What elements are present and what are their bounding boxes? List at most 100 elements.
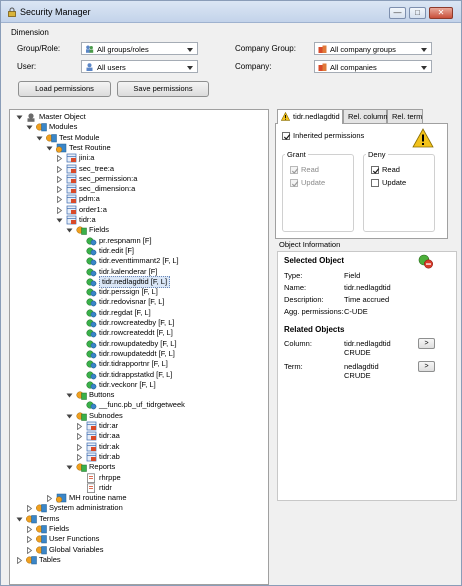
tree-node-label: tidr:ab bbox=[99, 451, 120, 461]
tree-node-label: tidr:ak bbox=[99, 441, 120, 451]
report-icon bbox=[87, 472, 95, 483]
table-icon bbox=[86, 442, 97, 451]
object-information-title: Object Information bbox=[279, 240, 341, 249]
tree-node-label: tidr.perssign [F, L] bbox=[99, 287, 158, 297]
company-select[interactable]: All companies bbox=[314, 60, 432, 73]
window-title: Security Manager bbox=[20, 7, 91, 17]
expand-icon[interactable] bbox=[26, 505, 33, 513]
warning-icon bbox=[412, 128, 434, 148]
company-group-value: All company groups bbox=[330, 45, 396, 54]
goto-column-button[interactable]: > bbox=[418, 338, 435, 349]
grant-read-checkbox[interactable] bbox=[290, 166, 299, 174]
user-label: User: bbox=[17, 62, 37, 71]
close-button[interactable]: ✕ bbox=[429, 7, 453, 19]
tab-object[interactable]: tidr.nedlagdtid bbox=[277, 109, 343, 124]
expand-icon[interactable] bbox=[76, 443, 83, 451]
save-permissions-button[interactable]: Save permissions bbox=[117, 81, 209, 97]
term-permissions: CRUDE bbox=[344, 371, 371, 380]
tree-node-label: sec_tree:a bbox=[79, 163, 115, 173]
group-role-label: Group/Role: bbox=[17, 44, 61, 53]
expand-icon[interactable] bbox=[46, 495, 53, 503]
expand-icon[interactable] bbox=[16, 556, 23, 564]
maximize-button[interactable]: □ bbox=[409, 7, 426, 19]
agg-permissions-label: Agg. permissions: bbox=[284, 307, 344, 316]
collapse-icon[interactable] bbox=[66, 392, 73, 399]
description-value: Time accrued bbox=[344, 295, 390, 304]
collapse-icon[interactable] bbox=[16, 516, 23, 523]
deny-read-checkbox[interactable] bbox=[371, 166, 380, 174]
collapse-icon[interactable] bbox=[66, 227, 73, 234]
tab-rel-column[interactable]: Rel. column bbox=[343, 109, 388, 123]
type-label: Type: bbox=[284, 271, 303, 280]
expand-icon[interactable] bbox=[26, 546, 33, 554]
tree-node-label: tidr.tidrappstatkd [F, L] bbox=[99, 369, 173, 379]
field-icon bbox=[86, 350, 97, 359]
table-icon bbox=[86, 421, 97, 431]
expand-icon[interactable] bbox=[56, 196, 63, 204]
term-label: Term: bbox=[284, 362, 303, 371]
tab-rel-term[interactable]: Rel. term bbox=[387, 109, 423, 123]
expand-icon[interactable] bbox=[76, 453, 83, 461]
table-icon bbox=[86, 431, 97, 441]
chevron-down-icon bbox=[187, 66, 193, 70]
chevron-down-icon bbox=[187, 48, 193, 52]
collapse-icon[interactable] bbox=[56, 217, 63, 224]
module-icon bbox=[26, 556, 37, 565]
lock-icon bbox=[8, 7, 16, 17]
tree-node-label: Modules bbox=[49, 122, 78, 132]
collapse-icon[interactable] bbox=[66, 464, 73, 471]
load-permissions-button[interactable]: Load permissions bbox=[18, 81, 111, 97]
expand-icon[interactable] bbox=[56, 155, 63, 163]
expand-icon[interactable] bbox=[56, 165, 63, 173]
module-icon bbox=[26, 514, 37, 523]
tree-node-label: pr.respnamn [F] bbox=[99, 235, 152, 245]
expand-icon[interactable] bbox=[56, 206, 63, 214]
expand-icon[interactable] bbox=[56, 175, 63, 183]
tree-node-label: tidr.rowupdateddt [F, L] bbox=[99, 348, 175, 358]
tree-node-label: Test Routine bbox=[69, 142, 111, 152]
permissions-panel: Inherited permissions Grant Read Update … bbox=[275, 123, 448, 239]
minimize-button[interactable]: — bbox=[389, 7, 406, 19]
expand-icon[interactable] bbox=[76, 433, 83, 441]
tree-node-label: Tables bbox=[39, 554, 61, 564]
collapse-icon[interactable] bbox=[46, 145, 53, 152]
report-icon bbox=[87, 483, 95, 493]
title-bar[interactable]: Security Manager — □ ✕ bbox=[1, 1, 461, 23]
tree-node-label: jini:a bbox=[79, 153, 95, 163]
folder-icon bbox=[76, 391, 87, 400]
goto-term-button[interactable]: > bbox=[418, 361, 435, 372]
user-select[interactable]: All users bbox=[81, 60, 198, 73]
expand-icon[interactable] bbox=[76, 423, 83, 430]
folder-icon bbox=[76, 226, 87, 236]
inherited-permissions-checkbox[interactable] bbox=[282, 132, 291, 140]
collapse-icon[interactable] bbox=[16, 114, 23, 121]
collapse-icon[interactable] bbox=[36, 135, 43, 142]
table-icon bbox=[66, 215, 77, 225]
company-group-select[interactable]: All company groups bbox=[314, 42, 432, 55]
expand-icon[interactable] bbox=[56, 186, 63, 194]
tree-node-label: Buttons bbox=[89, 390, 115, 400]
field-icon bbox=[86, 329, 97, 338]
tab-object-label: tidr.nedlagdtid bbox=[293, 112, 340, 121]
group-icon bbox=[86, 45, 94, 53]
object-tree[interactable]: Master Object Modules Test Module Test Rout… bbox=[9, 109, 269, 585]
selected-object-heading: Selected Object bbox=[284, 256, 345, 265]
tree-node-label: tidr.regdat [F, L] bbox=[99, 307, 151, 317]
grant-update-checkbox[interactable] bbox=[290, 179, 299, 187]
module-icon bbox=[36, 504, 47, 513]
tree-node-label: System administration bbox=[49, 503, 123, 513]
group-role-select[interactable]: All groups/roles bbox=[81, 42, 198, 55]
name-value: tidr.nedlagdtid bbox=[344, 283, 391, 292]
deny-read-label: Read bbox=[382, 165, 400, 174]
tree-node-label: tidr.rowcreatedby [F, L] bbox=[99, 318, 175, 327]
deny-update-checkbox[interactable] bbox=[371, 179, 379, 187]
tree-node-label: tidr.eventtimmant2 [F, L] bbox=[99, 256, 179, 266]
expand-icon[interactable] bbox=[26, 526, 33, 533]
tree-node-label: tidr.rowcreateddt [F, L] bbox=[99, 328, 173, 338]
tree-node-label: pdm:a bbox=[79, 194, 100, 204]
collapse-icon[interactable] bbox=[26, 124, 33, 131]
collapse-icon[interactable] bbox=[66, 413, 73, 420]
tree-node-label: Subnodes bbox=[89, 410, 123, 420]
name-label: Name: bbox=[284, 283, 307, 292]
expand-icon[interactable] bbox=[26, 536, 33, 544]
